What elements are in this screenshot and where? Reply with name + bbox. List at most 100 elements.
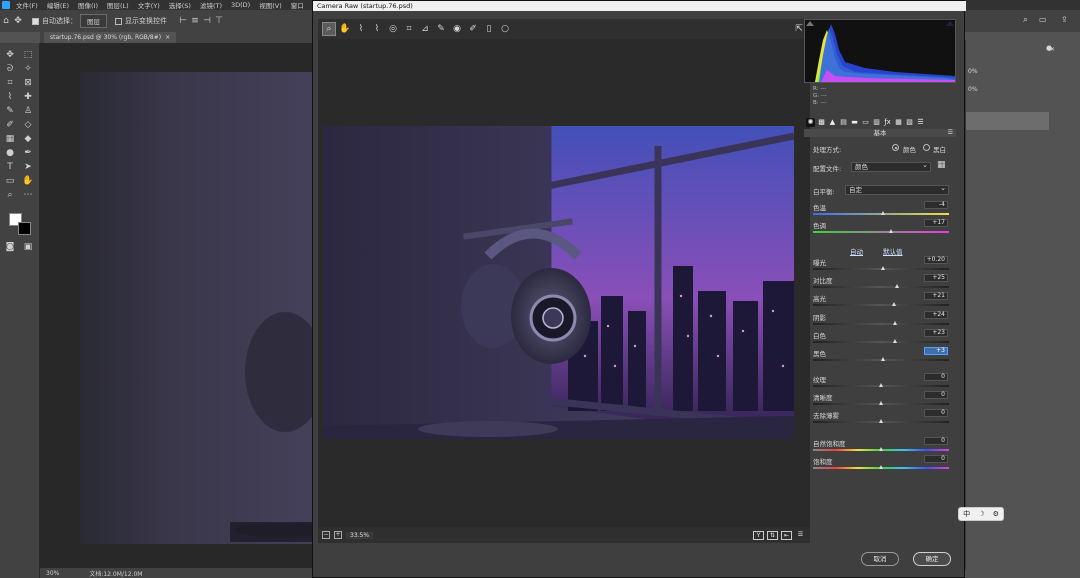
panel-menu-icon[interactable]: ☰ — [948, 129, 953, 137]
blur-tool-icon[interactable]: ◆ — [21, 133, 35, 145]
radial-filter-icon[interactable]: ○ — [498, 22, 512, 36]
selected-layer-row[interactable] — [966, 112, 1049, 130]
auto-link[interactable]: 自动 — [850, 246, 863, 256]
tone-slider-track-1[interactable] — [813, 286, 949, 289]
auto-select-option[interactable]: 自动选择： 图层 — [32, 14, 107, 28]
hand-tool-icon[interactable]: ✋ — [21, 175, 35, 187]
document-canvas[interactable] — [40, 43, 325, 568]
background-color-swatch[interactable] — [18, 222, 31, 235]
crop-tool-icon[interactable]: ⌗ — [3, 77, 17, 89]
profile-browser-icon[interactable]: ▦ — [937, 160, 946, 170]
before-after-y-icon[interactable]: Y — [753, 530, 764, 540]
more-tools-icon[interactable]: ⋯ — [21, 189, 35, 201]
effects-tab-icon[interactable]: ▥ — [872, 118, 881, 127]
magic-wand-icon[interactable]: ✧ — [21, 63, 35, 75]
adjustment-brush-icon[interactable]: ✐ — [466, 22, 480, 36]
document-tab[interactable]: startup.76.psd @ 30% (rgb, RGB/8#) × — [44, 32, 177, 43]
opacity-value[interactable]: 0% — [968, 68, 978, 75]
color-sampler-icon[interactable]: ⌇ — [370, 22, 384, 36]
menu-view[interactable]: 视图(V) — [259, 0, 282, 10]
tone-slider-thumb-2[interactable] — [892, 302, 897, 307]
brush-tool-icon[interactable]: ✎ — [3, 105, 17, 117]
hsl-tab-icon[interactable]: ▤ — [839, 118, 848, 127]
tint-slider-track[interactable] — [813, 231, 949, 233]
settings-icon[interactable]: ⚙ — [993, 510, 999, 518]
tone-slider-thumb-5[interactable] — [881, 357, 886, 361]
tone-slider-thumb-0[interactable] — [881, 266, 886, 270]
white-balance-dropdown[interactable]: 自定 — [845, 184, 949, 195]
crop-tool-icon[interactable]: ⌗ — [402, 22, 416, 36]
presence-slider-thumb-2[interactable] — [878, 419, 883, 423]
temperature-value[interactable]: -4 — [924, 201, 948, 209]
straighten-tool-icon[interactable]: ⊿ — [418, 22, 432, 36]
tone-slider-track-3[interactable] — [813, 322, 949, 325]
close-tab-icon[interactable]: × — [165, 34, 170, 41]
type-tool-icon[interactable]: T — [3, 161, 17, 173]
preferences-icon[interactable]: ☰ — [795, 531, 806, 540]
tone-slider-track-2[interactable] — [813, 304, 949, 307]
menu-edit[interactable]: 编辑(E) — [47, 0, 69, 10]
menu-type[interactable]: 文字(Y) — [138, 0, 160, 10]
presets-tab-icon[interactable]: ▦ — [894, 118, 903, 127]
temperature-slider-thumb[interactable] — [881, 211, 886, 215]
fill-value[interactable]: 0% — [968, 86, 978, 93]
stamp-tool-icon[interactable]: ♙ — [21, 105, 35, 117]
settings-tab-icon[interactable]: ☰ — [916, 118, 925, 127]
tone-value-5[interactable]: +3 — [924, 347, 948, 355]
lasso-tool-icon[interactable]: ᘐ — [3, 63, 17, 75]
treatment-bw-radio[interactable] — [923, 144, 930, 151]
tone-slider-thumb-4[interactable] — [893, 338, 898, 343]
swap-before-after-icon[interactable]: ⇅ — [767, 530, 778, 540]
tone-value-3[interactable]: +24 — [924, 310, 948, 319]
treatment-color-radio[interactable] — [892, 144, 899, 151]
targeted-adjust-icon[interactable]: ◎ — [386, 22, 400, 36]
zoom-dropdown[interactable]: 33.5% — [346, 531, 374, 539]
presence-slider-thumb-1[interactable] — [878, 401, 883, 405]
sat-slider-thumb-0[interactable] — [878, 447, 883, 451]
sat-value-1[interactable]: 0 — [924, 455, 948, 463]
ime-language[interactable]: 中 — [963, 509, 970, 519]
default-link[interactable]: 默认值 — [883, 246, 903, 256]
menu-file[interactable]: 文件(F) — [16, 0, 38, 10]
menu-window[interactable]: 窗口 — [291, 0, 304, 10]
screen-mode-icon[interactable]: ▣ — [21, 241, 35, 253]
menu-image[interactable]: 图像(I) — [78, 0, 98, 10]
home-icon[interactable]: ⌂ — [0, 15, 12, 27]
zoom-in-icon[interactable]: + — [334, 531, 342, 539]
basic-tab-icon[interactable]: ✺ — [806, 117, 815, 127]
calibration-tab-icon[interactable]: ƒx — [883, 118, 892, 127]
ok-button[interactable]: 确定 — [913, 552, 951, 566]
show-transform-option[interactable]: 显示变换控件 — [115, 16, 167, 26]
presence-slider-thumb-0[interactable] — [878, 383, 883, 387]
tone-value-4[interactable]: +23 — [924, 328, 948, 337]
image-preview-area[interactable] — [318, 39, 810, 527]
tone-value-0[interactable]: +0.20 — [924, 256, 948, 264]
spot-removal-icon[interactable]: ✎ — [434, 22, 448, 36]
align-center-icon[interactable]: ≡ — [189, 15, 201, 27]
zoom-out-icon[interactable]: − — [322, 531, 330, 539]
lens-tab-icon[interactable]: ▭ — [861, 118, 870, 127]
align-right-icon[interactable]: ⊣ — [201, 15, 213, 27]
frame-tool-icon[interactable]: ⊠ — [21, 77, 35, 89]
cancel-button[interactable]: 取消 — [861, 552, 899, 566]
share-icon[interactable]: ⇪ — [1061, 15, 1068, 24]
detail-tab-icon[interactable]: ▲ — [828, 118, 837, 127]
auto-select-dropdown[interactable]: 图层 — [80, 14, 107, 28]
sat-value-0[interactable]: 0 — [924, 437, 948, 445]
tone-slider-track-4[interactable] — [813, 340, 949, 343]
zoom-level[interactable]: 30% — [46, 570, 59, 577]
healing-brush-icon[interactable]: ✚ — [21, 91, 35, 103]
snapshots-tab-icon[interactable]: ▧ — [905, 118, 914, 127]
quick-mask-icon[interactable]: ◙ — [3, 241, 17, 253]
pen-tool-icon[interactable]: ✒ — [21, 147, 35, 159]
move-tool-icon[interactable]: ✥ — [3, 49, 17, 61]
menu-filter[interactable]: 滤镜(T) — [200, 0, 222, 10]
zoom-tool-icon[interactable]: ⌕ — [3, 189, 17, 201]
search-icon[interactable]: ⌕ — [1023, 15, 1028, 25]
align-top-icon[interactable]: ⊤ — [213, 15, 225, 27]
zoom-tool-icon[interactable]: ⌕ — [322, 22, 336, 36]
history-brush-icon[interactable]: ✐ — [3, 119, 17, 131]
gradient-tool-icon[interactable]: ▦ — [3, 133, 17, 145]
white-balance-tool-icon[interactable]: ⌇ — [354, 22, 368, 36]
tone-value-2[interactable]: +21 — [924, 292, 948, 301]
